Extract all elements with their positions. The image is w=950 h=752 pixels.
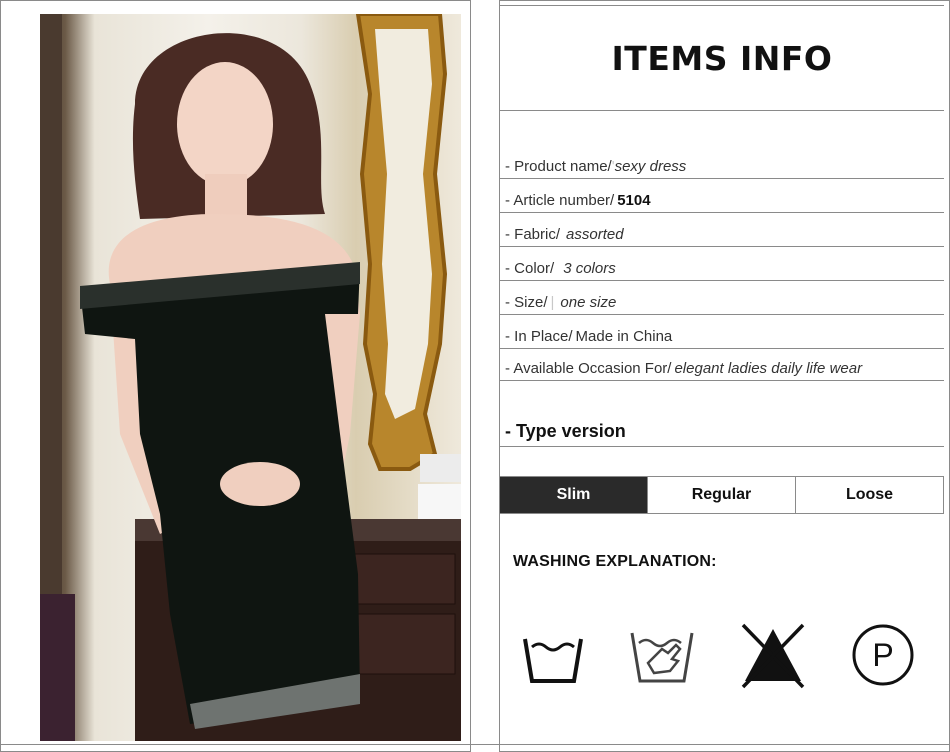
row-size: - Size/| one size xyxy=(500,281,944,315)
dry-clean-letter: P xyxy=(872,637,893,673)
occasion-label: - Available Occasion For/ xyxy=(505,360,672,377)
size-tick: | xyxy=(550,294,555,311)
wash-tub-icon xyxy=(513,615,593,695)
bottom-border xyxy=(0,744,950,745)
row-fabric: - Fabric/assorted xyxy=(500,213,944,247)
panel-divider xyxy=(470,0,500,752)
washing-icons: P xyxy=(500,615,944,695)
hand-wash-icon xyxy=(622,615,702,695)
fit-option-regular[interactable]: Regular xyxy=(648,477,796,513)
no-bleach-icon xyxy=(733,615,813,695)
items-info-panel: ITEMS INFO - Product name/' sexy dress - … xyxy=(500,0,950,752)
page-title: ITEMS INFO xyxy=(611,38,833,78)
fabric-label: - Fabric/ xyxy=(505,226,561,243)
photo-panel xyxy=(0,0,470,752)
fabric-value: assorted xyxy=(566,226,624,243)
article-number-label: - Article number/ xyxy=(505,192,615,209)
washing-title: WASHING EXPLANATION: xyxy=(513,553,717,570)
type-version-label: - Type version xyxy=(505,421,626,441)
color-label: - Color/ xyxy=(505,260,555,277)
article-number-value: 5104 xyxy=(617,192,651,209)
occasion-value: elegant ladies daily life wear xyxy=(674,360,863,377)
row-occasion: - Available Occasion For/elegant ladies … xyxy=(500,349,944,381)
row-type-version: - Type version xyxy=(500,381,944,447)
row-product-name: - Product name/' sexy dress xyxy=(500,111,944,179)
fit-option-slim[interactable]: Slim xyxy=(500,477,648,513)
title-box: ITEMS INFO xyxy=(500,5,944,111)
size-label: - Size/ xyxy=(505,294,548,311)
product-photo xyxy=(40,14,461,741)
product-name-value: sexy dress xyxy=(614,158,687,175)
fit-option-loose[interactable]: Loose xyxy=(796,477,944,513)
size-value: one size xyxy=(560,294,617,311)
row-in-place: - In Place/Made in China xyxy=(500,315,944,349)
row-color: - Color/3 colors xyxy=(500,247,944,281)
row-article-number: - Article number/5104 xyxy=(500,179,944,213)
in-place-label: - In Place/ xyxy=(505,328,573,345)
dry-clean-p-icon: P xyxy=(843,615,923,695)
color-value: 3 colors xyxy=(563,260,616,277)
in-place-value: Made in China xyxy=(575,328,673,345)
fit-selector: Slim Regular Loose xyxy=(500,476,944,514)
product-name-label: - Product name/ xyxy=(505,158,612,175)
